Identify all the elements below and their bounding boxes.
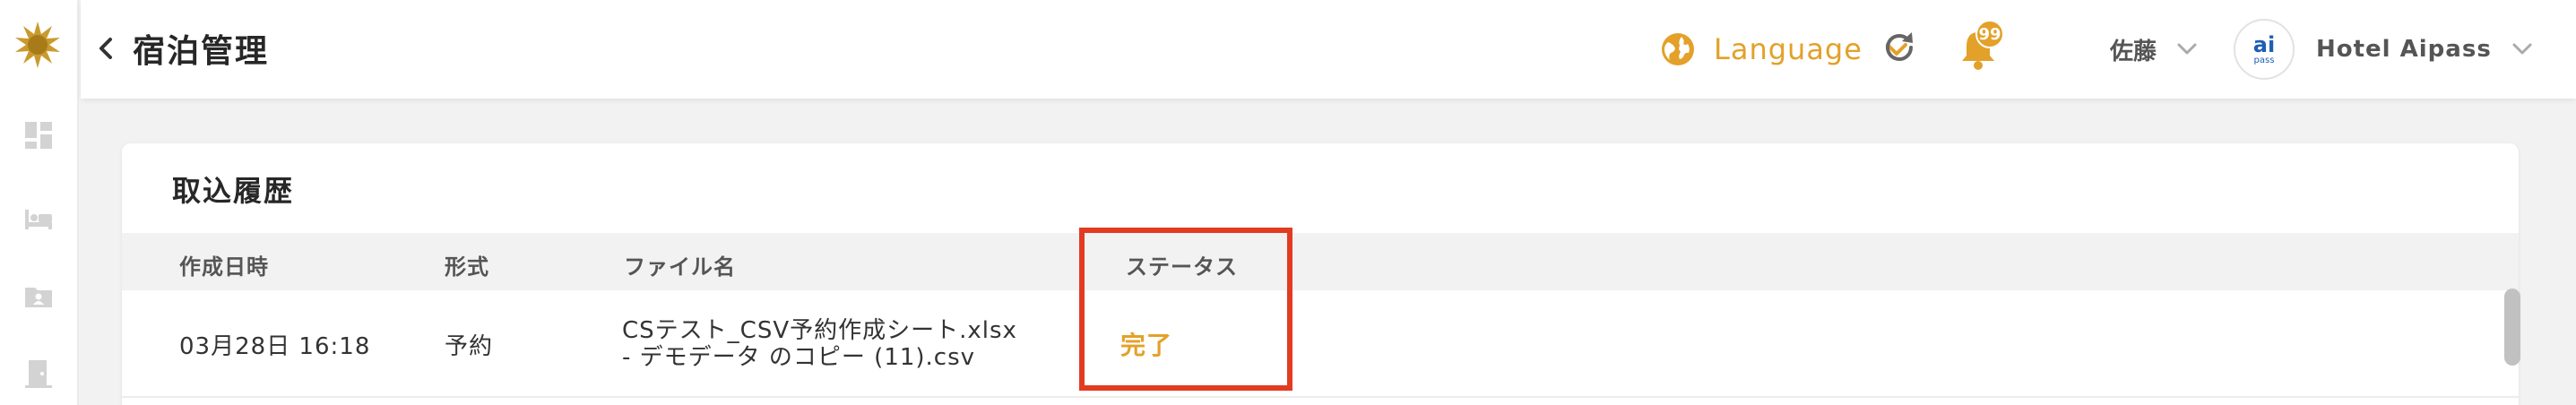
- hotel-name: Hotel Aipass: [2316, 36, 2492, 63]
- scrollbar-thumb[interactable]: [2504, 289, 2520, 366]
- cell-file-name: CSテスト_CSV予約作成シート.xlsx - デモデータ のコピー (11).…: [622, 317, 1017, 371]
- avatar-logo-text: ai: [2252, 31, 2276, 57]
- column-file-name: ファイル名: [624, 254, 736, 280]
- file-name-line-2: - デモデータ のコピー (11).csv: [622, 344, 976, 371]
- sidebar: [0, 0, 79, 405]
- cell-created-at: 03月28日 16:18: [179, 333, 371, 360]
- language-label: Language: [1714, 32, 1863, 66]
- column-format: 形式: [445, 254, 489, 280]
- door-icon[interactable]: [23, 358, 54, 389]
- import-history-card: 取込履歴 作成日時 形式 ファイル名 ステータス 03月28日 16:18 予約…: [122, 143, 2519, 405]
- reload-icon[interactable]: [1880, 29, 1918, 66]
- file-name-line-1: CSテスト_CSV予約作成シート.xlsx: [622, 317, 1017, 344]
- hotel-avatar: ai pass: [2234, 19, 2295, 80]
- chevron-down-icon: [2512, 43, 2532, 55]
- language-selector[interactable]: Language: [1660, 25, 1909, 73]
- user-name: 佐藤: [2110, 38, 2157, 65]
- avatar-logo-subtext: pass: [2253, 55, 2275, 65]
- top-header: 宿泊管理 Language 99 佐藤 ai pass Hotel Aipass: [81, 0, 2576, 99]
- bed-icon[interactable]: [23, 204, 54, 235]
- hotel-menu[interactable]: ai pass Hotel Aipass: [2234, 18, 2533, 81]
- globe-icon: [1662, 33, 1694, 65]
- user-menu[interactable]: 佐藤: [2110, 27, 2198, 72]
- table-header: 作成日時 形式 ファイル名 ステータス: [122, 233, 2519, 290]
- sun-logo-icon[interactable]: [13, 20, 63, 70]
- card-title: 取込履歴: [172, 174, 295, 208]
- column-created-at: 作成日時: [179, 254, 269, 280]
- status-highlight-box: [1079, 228, 1292, 391]
- table-row[interactable]: 03月28日 16:18 予約 CSテスト_CSV予約作成シート.xlsx - …: [122, 290, 2519, 398]
- chevron-down-icon: [2177, 43, 2197, 55]
- chevron-left-icon[interactable]: [93, 32, 118, 65]
- cell-format: 予約: [445, 333, 494, 360]
- folder-user-icon[interactable]: [23, 281, 54, 312]
- page-title: 宿泊管理: [133, 33, 270, 70]
- dashboard-icon[interactable]: [23, 120, 54, 151]
- notification-badge: 99: [1975, 20, 2004, 48]
